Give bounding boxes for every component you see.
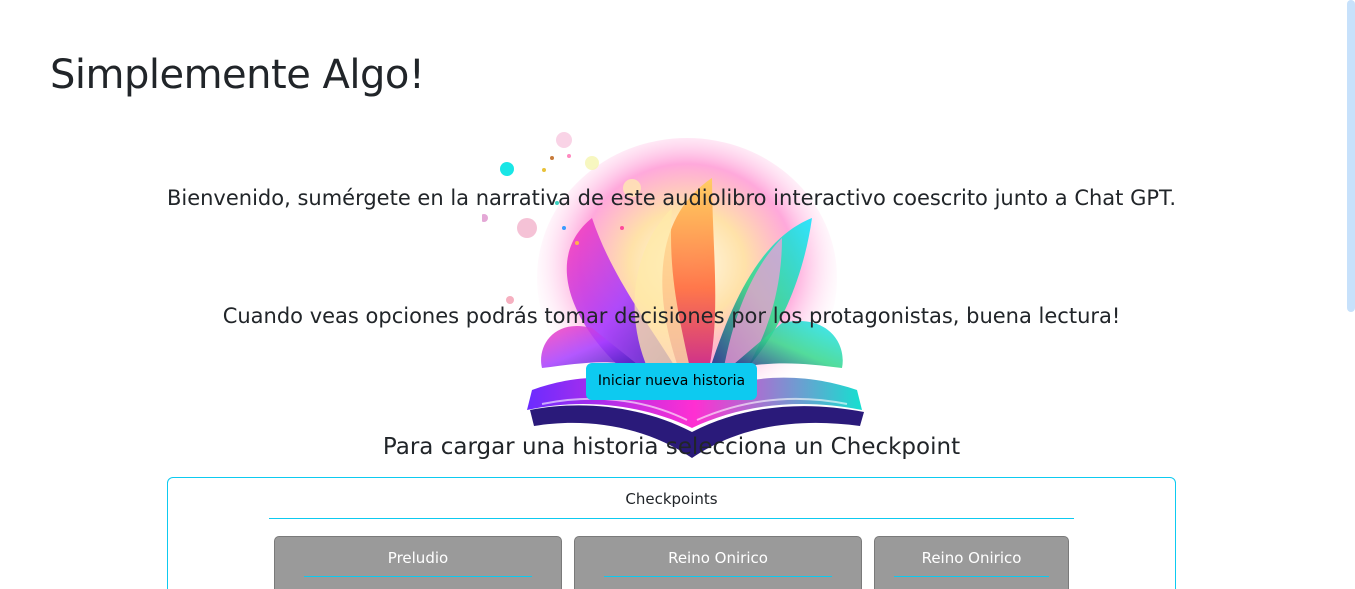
- checkpoint-card[interactable]: Reino Onirico: [574, 536, 862, 589]
- page-title: Simplemente Algo!: [50, 52, 425, 98]
- checkpoints-title: Checkpoints: [625, 490, 718, 508]
- checkpoint-title: Preludio: [387, 549, 449, 567]
- options-hint-text: Cuando veas opciones podrás tomar decisi…: [222, 304, 1121, 328]
- checkpoint-title: Reino Onirico: [921, 549, 1022, 567]
- checkpoint-divider: [603, 576, 833, 577]
- scrollbar-thumb[interactable]: [1347, 0, 1355, 312]
- magic-book-icon: [482, 132, 864, 458]
- load-story-heading: Para cargar una historia selecciona un C…: [382, 434, 961, 460]
- checkpoint-card[interactable]: Preludio: [274, 536, 562, 589]
- checkpoint-card[interactable]: Reino Onirico: [874, 536, 1069, 589]
- checkpoint-divider: [894, 576, 1049, 577]
- checkpoint-title: Reino Onirico: [668, 549, 768, 567]
- checkpoints-divider: [269, 518, 1074, 519]
- start-new-story-button[interactable]: Iniciar nueva historia: [586, 363, 757, 400]
- welcome-text: Bienvenido, sumérgete en la narrativa de…: [166, 186, 1177, 210]
- checkpoints-panel: Checkpoints Preludio Reino Onirico Reino…: [167, 477, 1176, 589]
- checkpoint-divider: [303, 576, 533, 577]
